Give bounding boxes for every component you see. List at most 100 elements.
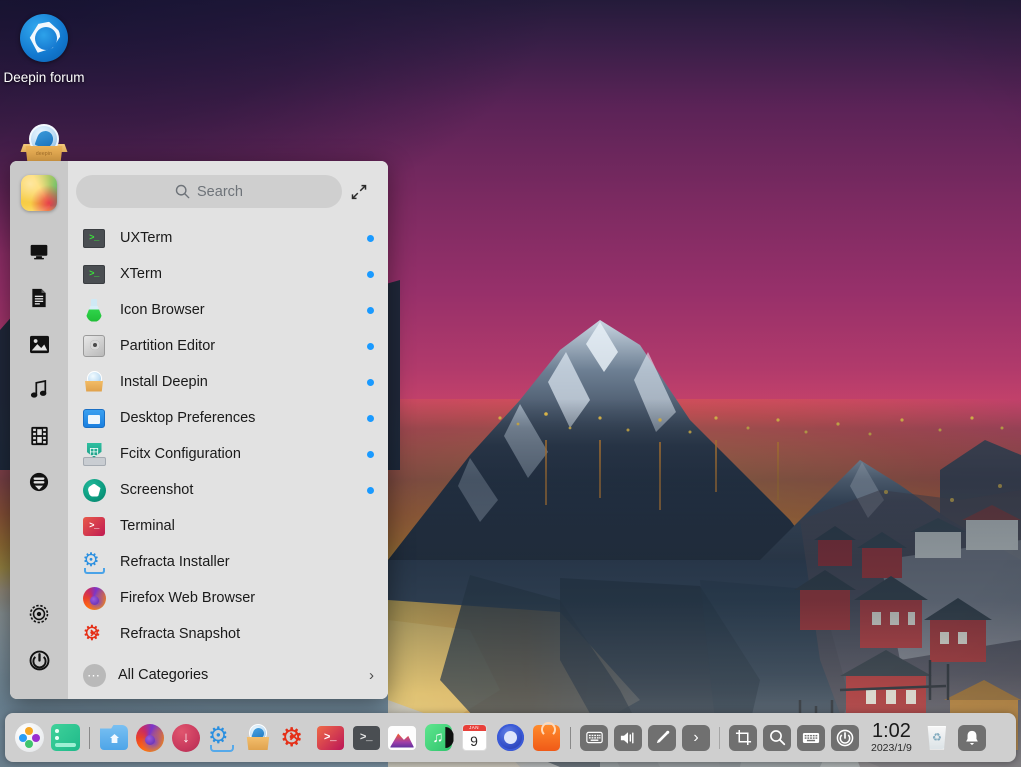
terminal-button[interactable]: >_ (315, 723, 345, 753)
user-avatar[interactable] (21, 175, 57, 211)
app-item-install-deepin[interactable]: Install Deepin (68, 364, 388, 400)
icon-browser-icon (82, 298, 106, 322)
app-item-terminal[interactable]: >_ Terminal (68, 508, 388, 544)
download-arrow-icon: ↓ (172, 723, 200, 752)
calendar-button[interactable]: JAN 9 (459, 723, 489, 753)
launcher-settings-button[interactable] (20, 595, 58, 633)
launcher-sidebar[interactable] (10, 161, 68, 699)
sidebar-item-office[interactable] (20, 279, 58, 317)
desktop-icon-deepin-forum[interactable]: Deepin forum (0, 14, 88, 87)
shutdown-plugin-button[interactable] (831, 724, 859, 751)
desktop-preferences-icon (82, 406, 106, 430)
deepin-forum-icon (20, 14, 68, 62)
color-picker-tray-button[interactable] (648, 724, 676, 751)
app-item-desktop-preferences[interactable]: Desktop Preferences (68, 400, 388, 436)
fcitx-configuration-icon (82, 442, 106, 466)
app-item-partition-editor[interactable]: Partition Editor (68, 328, 388, 364)
launcher-search-row: Search (68, 161, 388, 218)
all-categories-label: All Categories (118, 667, 209, 683)
fullscreen-expand-icon (351, 184, 367, 199)
app-item-xterm[interactable]: >_ XTerm (68, 256, 388, 292)
app-new-indicator (367, 378, 374, 386)
xterm-button[interactable]: >_ (351, 723, 381, 753)
app-label: UXTerm (120, 230, 173, 246)
launcher-app-list[interactable]: >_ UXTerm >_ XTerm Icon Browser Partitio… (68, 218, 388, 699)
terminal-icon: >_ (82, 514, 106, 538)
launcher-button[interactable] (14, 723, 44, 753)
music-note-icon (30, 380, 47, 398)
show-desktop-button[interactable] (50, 723, 80, 753)
desktop-icon-label: Deepin forum (3, 70, 85, 85)
sidebar-item-system[interactable] (20, 463, 58, 501)
search-input[interactable]: Search (76, 175, 342, 208)
install-deepin-button[interactable] (243, 723, 273, 753)
app-item-uxterm[interactable]: >_ UXTerm (68, 220, 388, 256)
calendar-icon: JAN 9 (461, 724, 487, 751)
sidebar-item-video[interactable] (20, 417, 58, 455)
ellipsis-icon: ⋯ (82, 663, 106, 687)
app-label: Install Deepin (120, 374, 208, 390)
tray-expand-button[interactable]: › (682, 724, 710, 751)
app-item-refracta-installer[interactable]: ⚙ Refracta Installer (68, 544, 388, 580)
settings-gear-icon (29, 604, 49, 624)
all-categories-item[interactable]: ⋯ All Categories › (68, 655, 388, 695)
control-center-button[interactable] (495, 723, 525, 753)
sidebar-item-graphics[interactable] (20, 325, 58, 363)
app-label: Refracta Installer (120, 554, 230, 570)
app-item-refracta-snapshot[interactable]: ⚙ Refracta Snapshot (68, 616, 388, 652)
input-method-keyboard-icon (585, 731, 603, 744)
app-item-icon-browser[interactable]: Icon Browser (68, 292, 388, 328)
dock-separator (89, 726, 90, 749)
app-label: Desktop Preferences (120, 410, 256, 426)
sidebar-item-internet[interactable] (20, 233, 58, 271)
film-icon (30, 426, 48, 446)
app-new-indicator (367, 450, 374, 458)
app-store-button[interactable] (531, 721, 561, 753)
music-player-button[interactable]: ♫ (423, 723, 453, 753)
screenshot-icon (82, 478, 106, 502)
app-new-indicator (367, 342, 374, 350)
power-icon (836, 729, 854, 746)
xterm-icon: >_ (82, 262, 106, 286)
refracta-installer-icon: ⚙ (82, 550, 106, 574)
onscreen-keyboard-icon (802, 732, 820, 743)
install-deepin-icon (82, 370, 106, 394)
dock[interactable]: ↓ ⚙ ⚙ >_ >_ ♫ (5, 713, 1016, 762)
dock-separator-3 (719, 726, 720, 749)
notification-button[interactable] (957, 724, 986, 751)
image-viewer-button[interactable] (387, 723, 417, 753)
color-picker-pen-icon (656, 730, 669, 744)
screenshot-plugin-button[interactable] (729, 724, 757, 751)
dock-separator-2 (570, 726, 571, 749)
file-manager-button[interactable] (99, 723, 129, 753)
downloader-button[interactable]: ↓ (171, 723, 201, 753)
launcher-power-button[interactable] (20, 641, 58, 679)
calendar-month: JAN (462, 725, 486, 731)
sidebar-item-music[interactable] (20, 371, 58, 409)
app-item-firefox[interactable]: Firefox Web Browser (68, 580, 388, 616)
onboard-keyboard-plugin-button[interactable] (797, 724, 825, 751)
dock-clock[interactable]: 1:02 2023/1/9 (871, 720, 912, 754)
app-label: Refracta Snapshot (120, 626, 241, 642)
app-item-screenshot[interactable]: Screenshot (68, 472, 388, 508)
app-new-indicator (367, 414, 374, 422)
refracta-snapshot-button[interactable]: ⚙ (279, 723, 309, 753)
app-item-fcitx-configuration[interactable]: Fcitx Configuration (68, 436, 388, 472)
desktop[interactable]: Deepin forum deepin Search >_ UXTerm >_ … (0, 0, 1021, 767)
app-label: Icon Browser (120, 302, 205, 318)
refracta-installer-button[interactable]: ⚙ (207, 723, 237, 753)
image-icon (29, 335, 49, 353)
launcher-main[interactable]: Search >_ UXTerm >_ XTerm Icon Browser P… (68, 161, 388, 699)
fullscreen-toggle-button[interactable] (342, 177, 376, 207)
volume-tray-button[interactable] (614, 724, 642, 751)
trash-button[interactable]: ♻ (922, 723, 952, 753)
document-icon (32, 288, 46, 308)
app-label: XTerm (120, 266, 162, 282)
input-method-tray-button[interactable] (580, 724, 608, 751)
terminal-icon: >_ (316, 725, 344, 750)
launcher-menu[interactable]: Search >_ UXTerm >_ XTerm Icon Browser P… (10, 161, 388, 699)
disk-icon (29, 472, 49, 492)
search-plugin-button[interactable] (763, 724, 791, 751)
firefox-button[interactable] (135, 723, 165, 753)
launcher-grid-icon (14, 723, 44, 752)
